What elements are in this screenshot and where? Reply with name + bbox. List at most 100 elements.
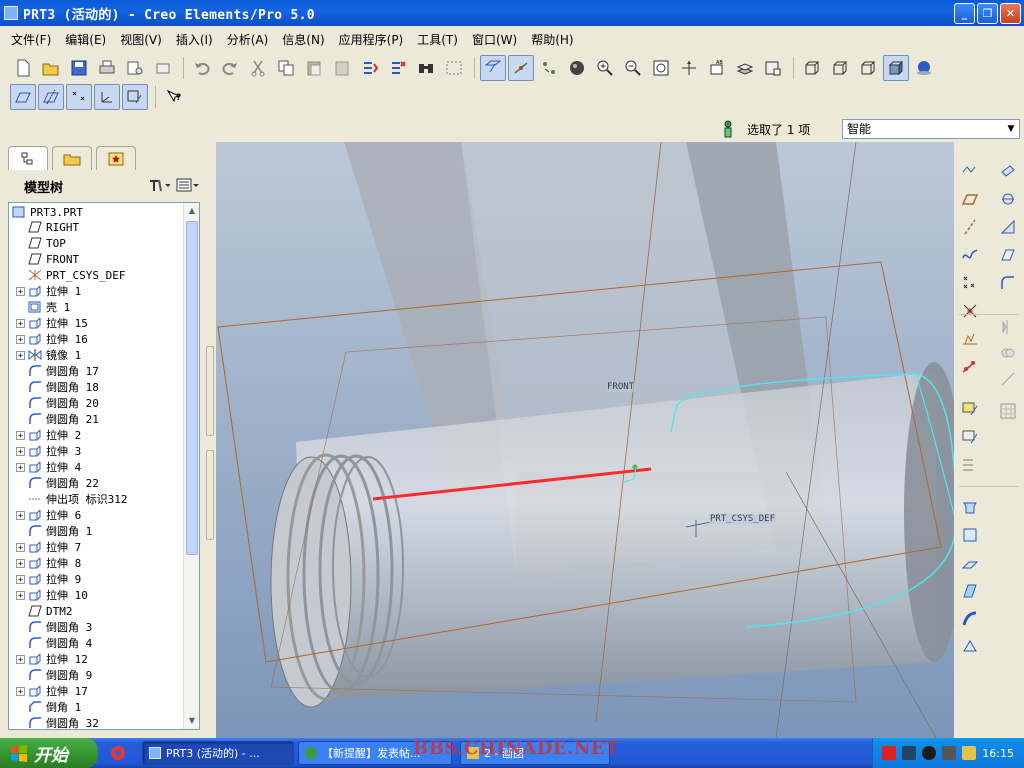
expand-icon[interactable]: +	[16, 558, 25, 568]
title-bar[interactable]: PRT3 (活动的) - Creo Elements/Pro 5.0 _ ❐ ✕	[0, 0, 1024, 26]
tree-item[interactable]: DTM2	[9, 603, 199, 619]
expand-icon[interactable]: +	[16, 510, 25, 520]
undo-icon[interactable]	[189, 55, 215, 81]
menu-help[interactable]: 帮助(H)	[524, 29, 580, 51]
cut-icon[interactable]	[245, 55, 271, 81]
start-button[interactable]: 开始	[0, 738, 98, 768]
expand-icon[interactable]: +	[16, 590, 25, 600]
print-icon[interactable]	[94, 55, 120, 81]
tree-item[interactable]: 伸出项 标识312	[9, 491, 199, 507]
selection-filter-select[interactable]: 智能 ▼	[842, 119, 1020, 139]
expand-icon[interactable]: +	[16, 446, 25, 456]
restore-button[interactable]: ❐	[977, 3, 998, 24]
expand-icon[interactable]: +	[16, 350, 25, 360]
sketch-tool-icon[interactable]	[959, 398, 981, 420]
boundary-blend-icon[interactable]	[959, 636, 981, 658]
paste-icon[interactable]	[301, 55, 327, 81]
front-datum-tag[interactable]: FRONT	[606, 382, 636, 392]
point-tag-display-icon[interactable]	[66, 84, 92, 110]
hidden-line-icon[interactable]	[827, 55, 853, 81]
regenerate-icon[interactable]	[357, 55, 383, 81]
tree-item[interactable]: 倒圆角 32	[9, 715, 199, 729]
no-hidden-icon[interactable]	[855, 55, 881, 81]
regen-manager-icon[interactable]	[385, 55, 411, 81]
tree-item[interactable]: 倒圆角 4	[9, 635, 199, 651]
csys-tool-icon[interactable]	[959, 300, 981, 322]
tree-item[interactable]: 倒角 1	[9, 699, 199, 715]
datum-point-tool-icon[interactable]	[959, 272, 981, 294]
sweep-tool-icon[interactable]	[959, 552, 981, 574]
datum-plane-tool-icon[interactable]	[959, 188, 981, 210]
model-tree-scrollbar[interactable]: ▲ ▼	[183, 203, 199, 729]
menu-applications[interactable]: 应用程序(P)	[332, 29, 411, 51]
redo-icon[interactable]	[217, 55, 243, 81]
round-tool-icon[interactable]	[997, 272, 1019, 294]
expand-icon[interactable]: +	[16, 334, 25, 344]
hole-tool-icon[interactable]	[997, 160, 1019, 182]
tree-item[interactable]: 倒圆角 18	[9, 379, 199, 395]
send-link-icon[interactable]	[150, 55, 176, 81]
tree-item[interactable]: + 拉伸 3	[9, 443, 199, 459]
shaded-display-icon[interactable]	[883, 55, 909, 81]
tree-item[interactable]: + 拉伸 8	[9, 555, 199, 571]
expand-icon[interactable]: +	[16, 430, 25, 440]
tab-model-tree[interactable]	[8, 146, 48, 170]
input-method-icon[interactable]	[882, 746, 897, 760]
menu-view[interactable]: 视图(V)	[113, 29, 169, 51]
tree-item[interactable]: 倒圆角 21	[9, 411, 199, 427]
tree-settings-icon[interactable]	[148, 178, 171, 195]
axis-tag-display-icon[interactable]	[38, 84, 64, 110]
shell-tool-icon[interactable]	[997, 188, 1019, 210]
select-box-icon[interactable]	[441, 55, 467, 81]
tree-item[interactable]: TOP	[9, 235, 199, 251]
expand-icon[interactable]: +	[16, 286, 25, 296]
datum-axes-toggle-icon[interactable]	[508, 55, 534, 81]
close-button[interactable]: ✕	[1000, 3, 1021, 24]
variable-sweep-icon[interactable]	[959, 608, 981, 630]
copy-icon[interactable]	[273, 55, 299, 81]
draft-tool-icon[interactable]	[997, 244, 1019, 266]
paste-special-icon[interactable]	[329, 55, 355, 81]
expand-icon[interactable]: +	[16, 462, 25, 472]
menu-edit[interactable]: 编辑(E)	[58, 29, 113, 51]
blend-tool-icon[interactable]	[959, 580, 981, 602]
annotation-display-icon[interactable]	[122, 84, 148, 110]
wireframe-icon[interactable]	[799, 55, 825, 81]
tree-item[interactable]: + 拉伸 12	[9, 651, 199, 667]
scroll-thumb[interactable]	[186, 221, 198, 555]
tree-item[interactable]: + 拉伸 1	[9, 283, 199, 299]
tree-item[interactable]: + 拉伸 6	[9, 507, 199, 523]
tree-item[interactable]: + 拉伸 17	[9, 683, 199, 699]
mirror-tool-disabled-icon[interactable]	[997, 316, 1019, 338]
extrude-tool-icon[interactable]	[959, 496, 981, 518]
datum-curve-tool-icon[interactable]	[959, 244, 981, 266]
panel-collapse-handle[interactable]	[206, 450, 214, 540]
refit-icon[interactable]	[648, 55, 674, 81]
context-help-icon[interactable]: ?	[161, 84, 187, 110]
zoom-in-icon[interactable]	[592, 55, 618, 81]
sketch-datum-curve-icon[interactable]	[959, 160, 981, 182]
tree-item[interactable]: 倒圆角 1	[9, 523, 199, 539]
tree-item[interactable]: + 镜像 1	[9, 347, 199, 363]
enhanced-realism-icon[interactable]	[911, 55, 937, 81]
save-icon[interactable]	[66, 55, 92, 81]
tree-item[interactable]: + 拉伸 9	[9, 571, 199, 587]
tree-item[interactable]: FRONT	[9, 251, 199, 267]
tree-item[interactable]: 倒圆角 22	[9, 475, 199, 491]
tree-item[interactable]: 倒圆角 3	[9, 619, 199, 635]
find-icon[interactable]	[413, 55, 439, 81]
new-icon[interactable]	[10, 55, 36, 81]
reorient-icon[interactable]	[676, 55, 702, 81]
analysis-feature-icon[interactable]	[959, 328, 981, 350]
tree-item[interactable]: PRT_CSYS_DEF	[9, 267, 199, 283]
menu-file[interactable]: 文件(F)	[4, 29, 58, 51]
tree-item[interactable]: PRT3.PRT	[9, 203, 199, 219]
security-shield-icon[interactable]	[962, 746, 977, 760]
tree-item[interactable]: + 拉伸 15	[9, 315, 199, 331]
shading-icon[interactable]	[564, 55, 590, 81]
tree-item[interactable]: 倒圆角 9	[9, 667, 199, 683]
menu-analysis[interactable]: 分析(A)	[220, 29, 276, 51]
menu-tools[interactable]: 工具(T)	[410, 29, 465, 51]
tree-item[interactable]: + 拉伸 10	[9, 587, 199, 603]
datum-planes-toggle-icon[interactable]	[480, 55, 506, 81]
